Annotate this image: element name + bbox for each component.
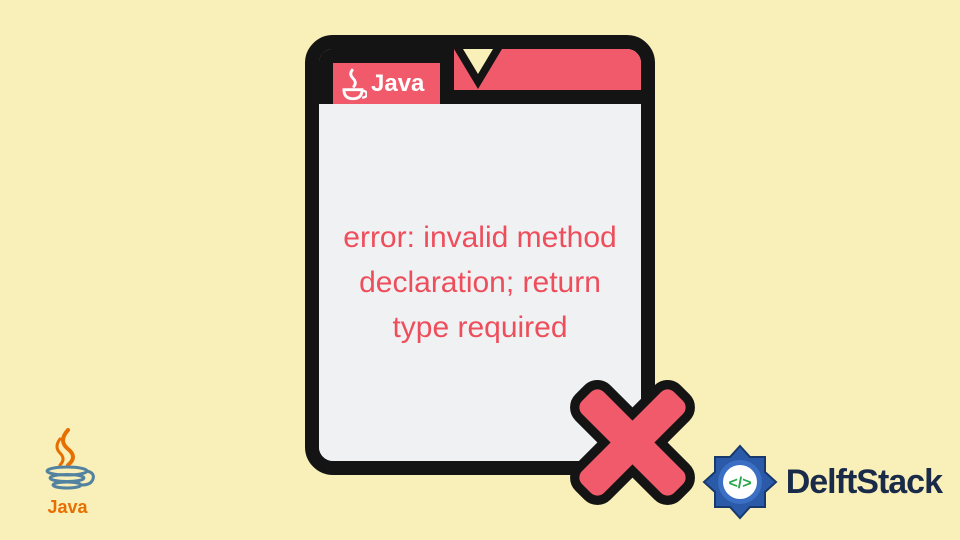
error-message: error: invalid method declaration; retur… (339, 215, 621, 350)
java-logo-icon (40, 427, 95, 497)
delftstack-label: DelftStack (786, 463, 942, 502)
java-tab: Java (319, 49, 454, 104)
java-logo-label: Java (47, 497, 87, 518)
error-cross-icon (555, 365, 710, 520)
java-cup-icon (339, 67, 367, 101)
java-logo: Java (30, 427, 105, 522)
svg-text:</>: </> (728, 475, 751, 492)
delftstack-badge-icon: </> (700, 442, 780, 522)
java-tab-label: Java (371, 70, 424, 98)
delftstack-logo: </> DelftStack (700, 442, 942, 522)
